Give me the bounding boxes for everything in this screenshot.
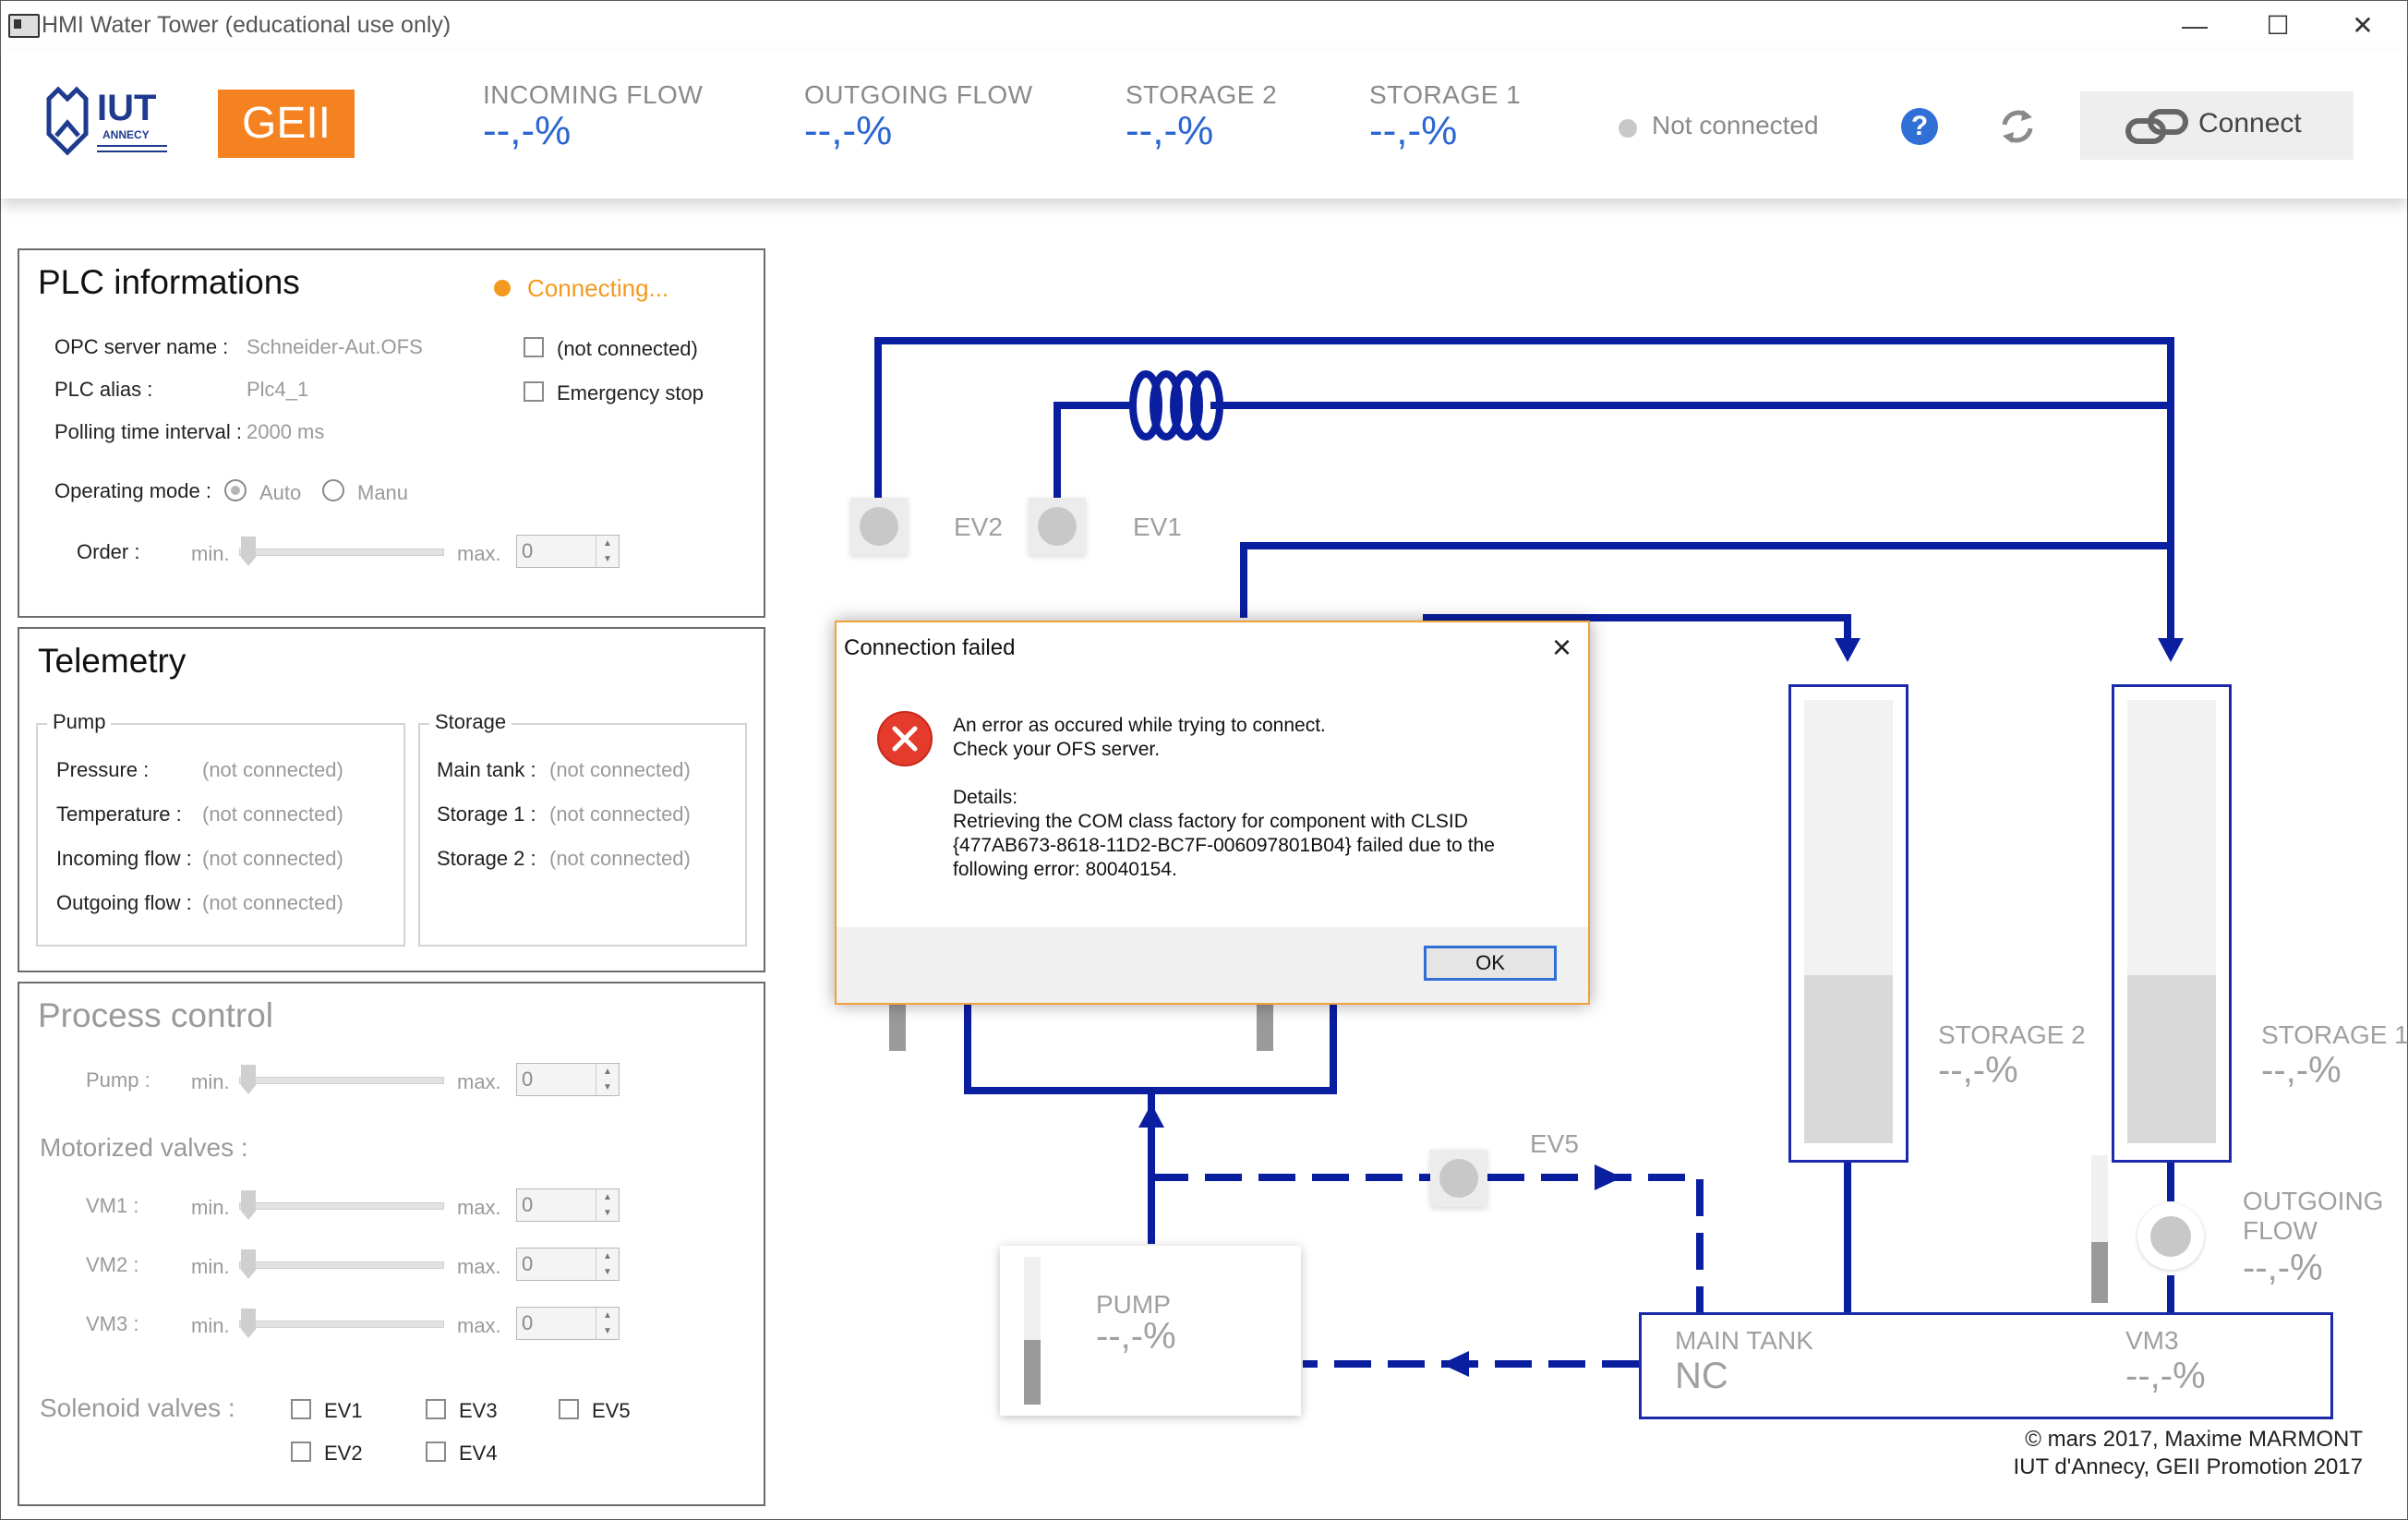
outgoing-flow-diagram-label2: FLOW (2243, 1216, 2318, 1245)
connection-failed-dialog: Connection failed × An error as occured … (835, 621, 1590, 1005)
ev5-valve[interactable] (1430, 1150, 1487, 1207)
vm3-diagram-label: VM3 (2125, 1326, 2179, 1355)
dialog-footer: OK (837, 927, 1588, 1003)
iut-logo-text: IUT (97, 88, 157, 128)
kpi-storage-2: STORAGE 2 --,-% (1126, 80, 1277, 154)
kpi-value: --,-% (1369, 108, 1458, 153)
link-icon (2125, 108, 2189, 145)
vm3-valve[interactable] (2137, 1203, 2204, 1270)
storage-2-tank (1788, 684, 1908, 1163)
help-icon[interactable]: ? (1901, 108, 1938, 145)
iut-logo: IUT ANNECY (45, 86, 175, 160)
iut-logo-subtext: ANNECY (102, 128, 150, 141)
main-tank-diagram-value: NC (1675, 1356, 1728, 1396)
main-tank-diagram-label: MAIN TANK (1675, 1326, 1813, 1355)
main-window: HMI Water Tower (educational use only) —… (0, 0, 2408, 1520)
pump-diagram-value: --,-% (1096, 1316, 1176, 1357)
refresh-icon[interactable] (1995, 104, 2040, 149)
dialog-message-line1: An error as occured while trying to conn… (953, 715, 1326, 736)
dialog-details-line1: Retrieving the COM class factory for com… (953, 811, 1468, 832)
storage-1-level (2127, 975, 2216, 1143)
storage1-diagram-value: --,-% (2261, 1050, 2342, 1091)
ev1-diagram-label: EV1 (1133, 513, 1182, 541)
kpi-label: STORAGE 1 (1369, 80, 1522, 109)
kpi-value: --,-% (483, 108, 572, 153)
storage2-diagram-label: STORAGE 2 (1938, 1020, 2086, 1049)
outgoing-flow-diagram-label: OUTGOING (2243, 1187, 2384, 1215)
ev2-valve[interactable] (850, 498, 908, 555)
kpi-value: --,-% (1126, 108, 1214, 153)
kpi-value: --,-% (804, 108, 893, 153)
dialog-close-icon[interactable]: × (1552, 628, 1571, 667)
pump-box: PUMP --,-% (1000, 1246, 1301, 1416)
kpi-label: STORAGE 2 (1126, 80, 1278, 109)
dialog-title: Connection failed (844, 635, 1016, 660)
kpi-outgoing-flow: OUTGOING FLOW --,-% (804, 80, 1033, 154)
dialog-message-line2: Check your OFS server. (953, 739, 1161, 760)
ev5-diagram-label: EV5 (1530, 1129, 1579, 1158)
error-icon (877, 711, 933, 766)
dialog-details-line3: following error: 80040154. (953, 859, 1177, 880)
main-tank-box: MAIN TANK NC VM3 --,-% (1639, 1312, 2333, 1419)
storage1-diagram-label: STORAGE 1 (2261, 1020, 2408, 1049)
kpi-label: INCOMING FLOW (483, 80, 704, 109)
connection-status-text: Not connected (1652, 111, 1819, 139)
ev1-valve[interactable] (1029, 498, 1086, 555)
header-bar: IUT ANNECY GEII INCOMING FLOW --,-% OUTG… (1, 51, 2407, 199)
geii-logo: GEII (218, 90, 355, 158)
pump-level-bar (1024, 1340, 1041, 1405)
storage-1-tank (2112, 684, 2232, 1163)
ev2-diagram-label: EV2 (954, 513, 1003, 541)
kpi-storage-1: STORAGE 1 --,-% (1369, 80, 1521, 154)
storage2-diagram-value: --,-% (1938, 1050, 2018, 1091)
vm3-diagram-value: --,-% (2125, 1356, 2206, 1396)
connect-label: Connect (2198, 108, 2302, 139)
storage-2-level (1804, 975, 1893, 1143)
dialog-details-line2: {477AB673-8618-11D2-BC7F-006097801B04} f… (953, 835, 1495, 856)
outgoing-flow-diagram-value: --,-% (2243, 1248, 2323, 1288)
kpi-incoming-flow: INCOMING FLOW --,-% (483, 80, 703, 154)
kpi-label: OUTGOING FLOW (804, 80, 1033, 109)
dialog-details-label: Details: (953, 787, 1018, 808)
connect-button[interactable]: Connect (2080, 91, 2354, 160)
connection-status-dot (1619, 119, 1637, 138)
ok-button[interactable]: OK (1424, 946, 1557, 981)
